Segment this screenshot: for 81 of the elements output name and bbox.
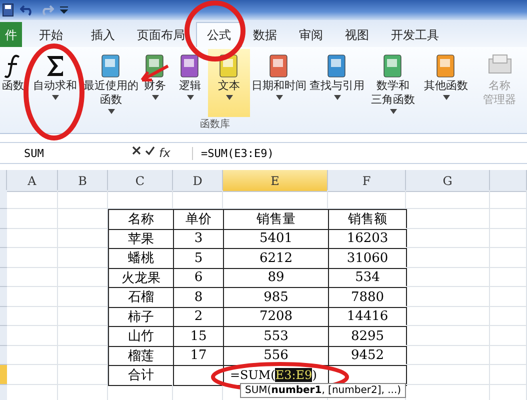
table-cell: 9452 <box>328 346 407 366</box>
table-cell: 534 <box>328 268 407 288</box>
empty-cell <box>490 268 527 287</box>
ribbon-tab[interactable]: 开发工具 <box>380 22 450 47</box>
empty-cell <box>58 248 108 268</box>
ribbon-tab[interactable]: 开始 <box>22 22 80 47</box>
empty-cell <box>58 306 108 326</box>
corner-header <box>0 170 7 192</box>
ribbon-button[interactable]: 函数 <box>0 49 26 117</box>
empty-cell <box>490 346 527 365</box>
undo-icon[interactable] <box>20 4 34 16</box>
empty-cell <box>490 306 527 326</box>
column-header[interactable]: C <box>108 170 173 192</box>
table-cell: 14416 <box>328 306 407 327</box>
table-cell: 16203 <box>328 228 407 249</box>
ribbon-button[interactable]: 查找与引用 <box>308 49 366 117</box>
annotation-circle <box>184 0 246 62</box>
cancel-icon[interactable] <box>132 146 141 155</box>
table-cell: 7880 <box>328 287 407 308</box>
empty-cell <box>490 228 527 248</box>
ribbon-button[interactable]: 其他函数 <box>420 49 472 117</box>
empty-cell <box>58 346 108 365</box>
name-box[interactable]: SUM <box>0 146 124 160</box>
empty-cell <box>490 326 527 346</box>
group-label: 函数库 <box>200 118 230 131</box>
empty-cell <box>490 248 527 268</box>
function-icon <box>4 53 22 79</box>
caret-icon <box>334 95 340 100</box>
column-header[interactable]: F <box>328 170 406 192</box>
empty-cell <box>490 209 527 228</box>
header-cell: 销售额 <box>328 209 407 230</box>
column-header <box>490 170 527 192</box>
caret-icon <box>186 95 194 100</box>
caret-icon <box>152 95 158 100</box>
empty-cell <box>58 287 108 306</box>
ribbon-button[interactable]: 逻辑 <box>172 49 208 117</box>
save-icon[interactable] <box>2 3 14 17</box>
file-tab[interactable]: 件 <box>0 22 22 47</box>
function-icon[interactable]: fx <box>159 146 170 160</box>
ribbon-tab[interactable]: 视图 <box>334 22 380 47</box>
ribbon-tab[interactable]: 公式 <box>196 22 242 47</box>
formula-field[interactable]: =SUM(E3:E9) <box>192 146 274 160</box>
header-cell: 名称 <box>108 209 174 230</box>
column-header[interactable]: E <box>223 170 328 192</box>
ribbon-button[interactable]: 数学和 三角函数 <box>366 49 420 117</box>
ribbon-button[interactable]: 文本 <box>208 49 250 117</box>
empty-cell <box>173 190 223 209</box>
ribbon-tab[interactable]: 页面布局 <box>126 22 196 47</box>
ribbon-tab[interactable]: 数据 <box>242 22 288 47</box>
empty-cell <box>58 365 108 384</box>
table-cell: 合计 <box>108 365 174 386</box>
empty-cell <box>58 209 108 228</box>
ribbon-button[interactable]: 最近使用的 函数 <box>84 49 138 117</box>
ribbon-button[interactable]: 日期和时间 <box>250 49 308 117</box>
empty-cell <box>58 268 108 287</box>
annotation-arrow <box>140 64 170 82</box>
caret-icon <box>108 109 114 114</box>
column-header[interactable]: D <box>173 170 223 192</box>
caret-icon <box>390 109 396 114</box>
empty-cell <box>490 190 527 209</box>
caret-icon <box>226 95 232 100</box>
empty-cell <box>58 228 108 248</box>
column-header[interactable]: A <box>7 170 58 192</box>
caret-icon <box>276 95 282 100</box>
caret-icon <box>442 95 450 100</box>
empty-cell <box>490 365 527 384</box>
function-tooltip: SUM(number1, [number2], ...) <box>240 383 406 398</box>
column-header[interactable]: G <box>406 170 490 192</box>
column-header[interactable]: B <box>58 170 108 192</box>
caret-icon <box>52 95 58 100</box>
table-cell: 8295 <box>328 326 407 346</box>
customize-icon[interactable] <box>60 5 68 15</box>
sigma-icon <box>44 53 66 79</box>
enter-icon[interactable] <box>145 146 155 155</box>
empty-cell <box>108 190 173 209</box>
ribbon-tab[interactable]: 审阅 <box>288 22 334 47</box>
empty-cell <box>490 287 527 306</box>
table-cell: 31060 <box>328 248 407 268</box>
empty-cell <box>58 326 108 346</box>
empty-cell <box>58 190 108 209</box>
ribbon-tab[interactable]: 插入 <box>80 22 126 47</box>
